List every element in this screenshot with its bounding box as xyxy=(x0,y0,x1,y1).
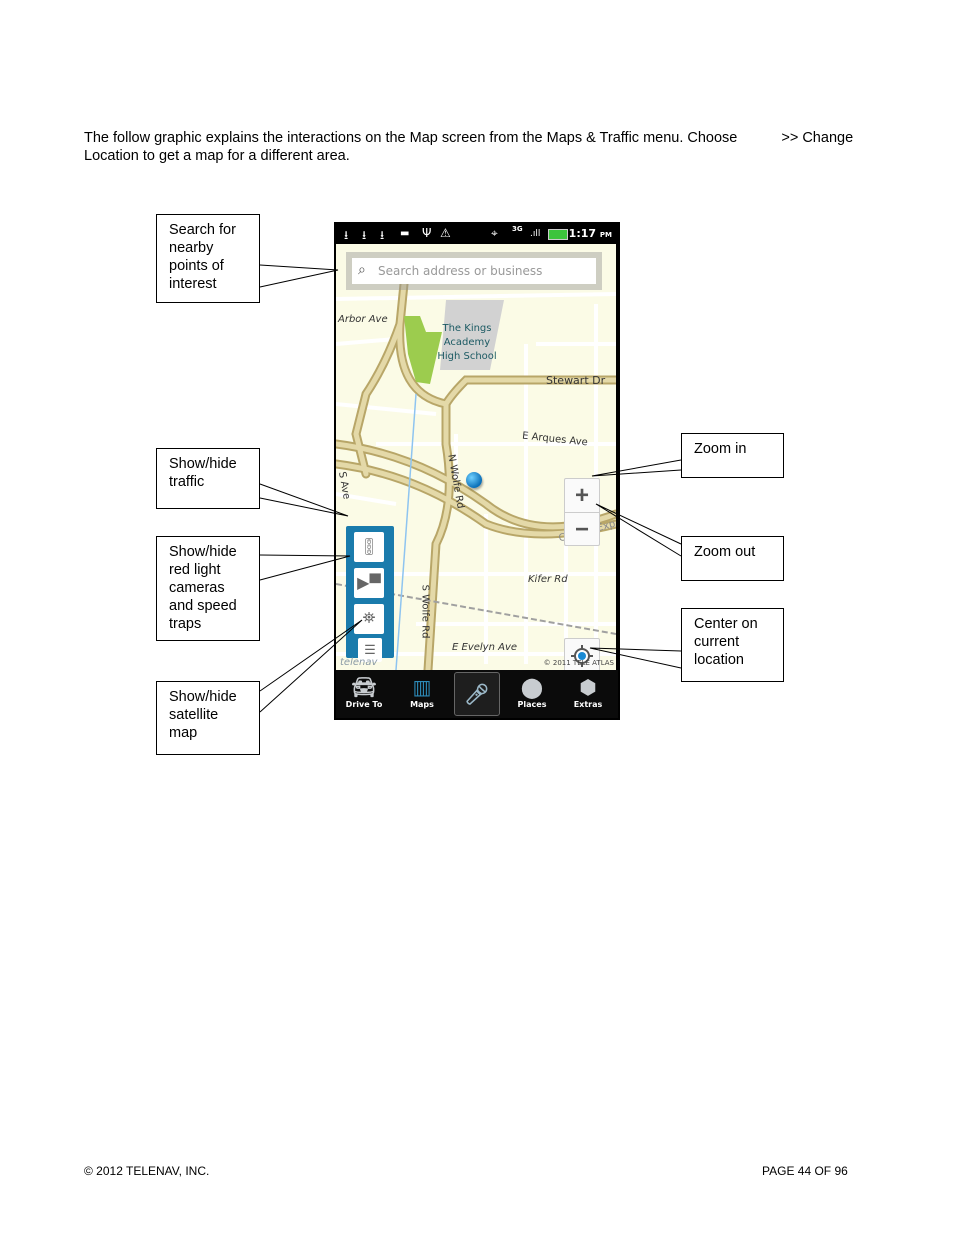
voice-button[interactable]: 🎤︎ xyxy=(454,672,500,716)
car-icon: 🚘︎ xyxy=(351,675,377,699)
tab-extras[interactable]: ⬢ Extras xyxy=(560,670,616,718)
layer-panel: 🚦︎ ▶▀ ⛯ ☰ xyxy=(346,526,394,662)
traffic-toggle-button[interactable]: 🚦︎ xyxy=(354,532,384,562)
intro-text: The follow graphic explains the interact… xyxy=(84,129,884,165)
map-icon: ▥ xyxy=(412,675,432,699)
map-view[interactable]: ⌕ Search address or business Arbor Ave T… xyxy=(336,244,616,670)
search-placeholder: Search address or business xyxy=(378,264,543,278)
status-bar: ⭳ ⭳ ⭳ ▬ Ψ ⚠ ⌖ 3G .ıll 1:17 PM xyxy=(336,224,618,244)
search-input[interactable]: ⌕ Search address or business xyxy=(352,258,596,284)
clock: 1:17 PM xyxy=(568,227,612,240)
satellite-icon: ⛯ xyxy=(362,610,376,627)
usb-icon: Ψ xyxy=(422,226,432,240)
footer-page-number: PAGE 44 OF 96 xyxy=(762,1164,848,1178)
satellite-toggle-button[interactable]: ⛯ xyxy=(354,604,384,634)
map-label-arbor: Arbor Ave xyxy=(338,314,388,325)
intro-line1b: >> Change xyxy=(781,130,854,146)
microphone-icon: 🎤︎ xyxy=(464,682,490,706)
signal-icon: .ıll xyxy=(530,229,541,239)
callout-cameras: Show/hide red light cameras and speed tr… xyxy=(156,536,260,641)
map-label-school: The Kings Academy High School xyxy=(437,323,497,362)
callout-traffic: Show/hide traffic xyxy=(156,448,260,509)
search-bar[interactable]: ⌕ Search address or business xyxy=(346,252,602,290)
tab-drive-to[interactable]: 🚘︎ Drive To xyxy=(336,670,392,718)
bottom-nav: 🚘︎ Drive To ▥ Maps 🎤︎ ⬤ Places ⬢ Extras xyxy=(336,670,618,718)
phone-screenshot: ⭳ ⭳ ⭳ ▬ Ψ ⚠ ⌖ 3G .ıll 1:17 PM ⌕ Search a… xyxy=(334,222,620,720)
map-label-s-wolfe: S Wolfe Rd xyxy=(419,584,431,639)
camera-toggle-button[interactable]: ▶▀ xyxy=(354,568,384,598)
camera-icon: ▶▀ xyxy=(357,575,381,592)
callout-satellite: Show/hide satellite map xyxy=(156,681,260,755)
current-location-marker xyxy=(466,472,482,488)
gps-icon: ⌖ xyxy=(491,226,498,240)
layers-icon: ☰ xyxy=(364,642,376,657)
callout-zoom-out: Zoom out xyxy=(681,536,784,581)
tab-places[interactable]: ⬤ Places xyxy=(504,670,560,718)
callout-zoom-in: Zoom in xyxy=(681,433,784,478)
warning-icon: ⚠ xyxy=(440,226,451,240)
telenav-watermark: telenav xyxy=(340,657,378,668)
callout-search: Search for nearby points of interest xyxy=(156,214,260,303)
pin-icon: ⬤ xyxy=(520,675,544,699)
cube-icon: ⬢ xyxy=(579,675,597,699)
callout-center: Center on current location xyxy=(681,608,784,682)
map-label-evelyn: E Evelyn Ave xyxy=(452,642,518,653)
zoom-control: + − xyxy=(564,478,600,546)
map-copyright: © 2011 TELE ATLAS xyxy=(543,659,614,667)
tab-maps[interactable]: ▥ Maps xyxy=(394,670,450,718)
search-icon: ⌕ xyxy=(358,261,366,277)
zoom-out-button[interactable]: − xyxy=(565,512,599,546)
traffic-light-icon: 🚦︎ xyxy=(358,539,380,556)
intro-line1a: The follow graphic explains the interact… xyxy=(84,130,738,146)
battery-icon xyxy=(548,229,568,240)
map-label-stewart: Stewart Dr xyxy=(546,374,606,387)
leader-search xyxy=(259,264,339,288)
intro-line2: Location to get a map for a different ar… xyxy=(84,148,350,164)
map-label-kifer: Kifer Rd xyxy=(528,574,568,585)
network-3g-icon: 3G xyxy=(512,225,523,233)
zoom-in-button[interactable]: + xyxy=(565,479,599,512)
mail-icon: ▬ xyxy=(400,228,410,239)
footer-copyright: © 2012 TELENAV, INC. xyxy=(84,1164,210,1178)
